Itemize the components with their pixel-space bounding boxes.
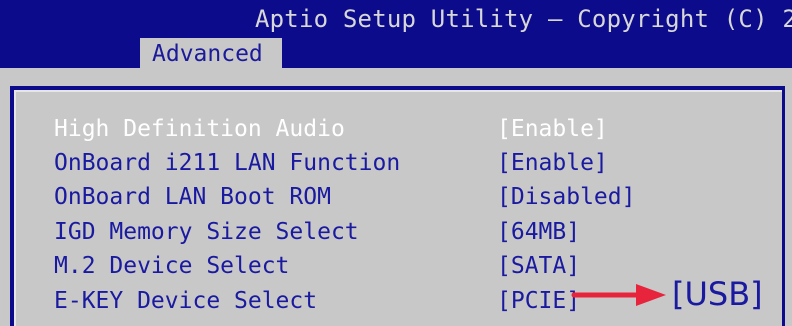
tab-advanced-label: Advanced [152,41,263,67]
window-title: Aptio Setup Utility – Copyright (C) 2 [255,5,792,33]
title-bar: Aptio Setup Utility – Copyright (C) 2 Ad… [0,0,792,68]
setting-label: E-KEY Device Select [54,288,318,314]
setting-label: High Definition Audio [54,116,345,142]
right-arrow-icon [571,284,666,306]
setting-row-m2-device-select[interactable]: M.2 Device Select [SATA] [16,249,776,283]
setting-label: OnBoard i211 LAN Function [54,150,401,176]
setting-row-igd-memory-size-select[interactable]: IGD Memory Size Select [64MB] [16,215,776,249]
bios-setup-screen: Aptio Setup Utility – Copyright (C) 2 Ad… [0,0,792,326]
setting-value[interactable]: [PCIE] [497,284,580,318]
setting-value[interactable]: [64MB] [497,215,580,249]
target-value-annotation: [USB] [672,275,763,313]
setting-row-onboard-lan-boot-rom[interactable]: OnBoard LAN Boot ROM [Disabled] [16,180,776,214]
setting-value[interactable]: [SATA] [497,249,580,283]
setting-row-onboard-i211-lan-function[interactable]: OnBoard i211 LAN Function [Enable] [16,146,776,180]
setting-value[interactable]: [Enable] [497,146,608,180]
setting-row-high-definition-audio[interactable]: High Definition Audio [Enable] [16,112,776,146]
tab-advanced[interactable]: Advanced [140,38,282,68]
setting-value[interactable]: [Disabled] [497,180,635,214]
setting-label: M.2 Device Select [54,253,290,279]
setting-label: IGD Memory Size Select [54,219,359,245]
setting-label: OnBoard LAN Boot ROM [54,184,331,210]
setting-value[interactable]: [Enable] [497,112,608,146]
